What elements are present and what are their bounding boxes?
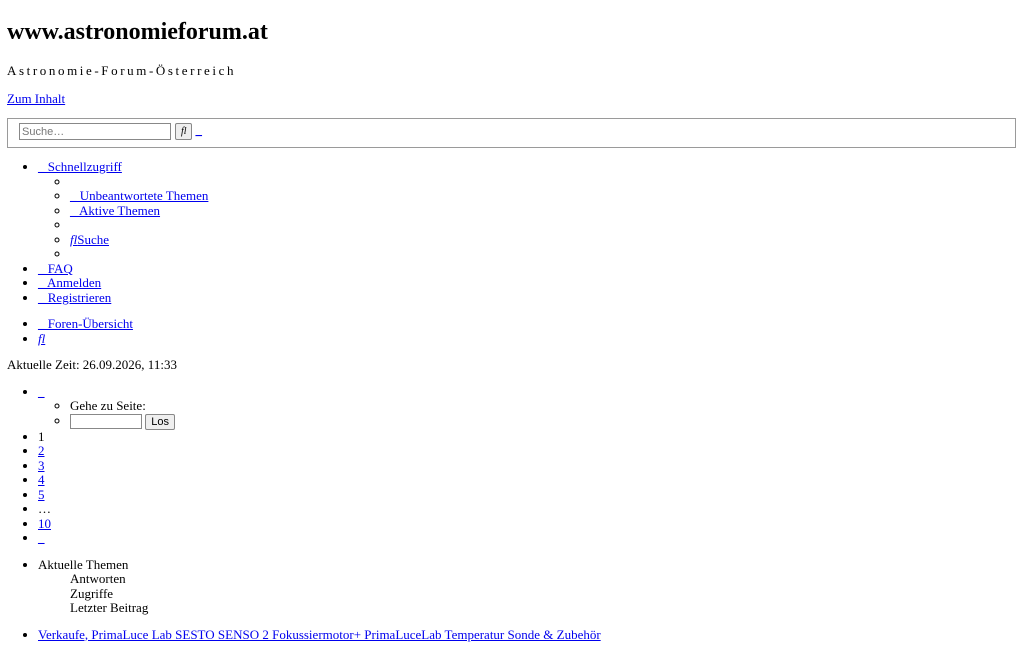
- topiclist-header: Aktuelle Themen Antworten Zugriffe Letzt…: [7, 556, 1016, 616]
- goto-label: Gehe zu Seite:: [70, 398, 1016, 414]
- unanswered-topics-link[interactable]: _ Unbeantwortete Themen: [70, 188, 208, 203]
- quicklinks-menu: _ Unbeantwortete Themen _ Aktive Themen …: [38, 175, 1016, 262]
- advanced-search-link[interactable]: _: [196, 122, 203, 138]
- site-title: www.astronomieforum.at: [7, 19, 268, 45]
- register-link[interactable]: _ Registrieren: [38, 290, 111, 305]
- topic-columns: Antworten Zugriffe Letzter Beitrag: [38, 572, 1016, 616]
- goto-page-button[interactable]: Los: [145, 413, 175, 430]
- search-box: fl _: [7, 118, 1016, 148]
- nav-main: _ Schnellzugriff _ Unbeantwortete Themen…: [7, 159, 1016, 306]
- quicklinks-separator: [70, 218, 1016, 233]
- topics-heading: Aktuelle Themen: [38, 556, 129, 572]
- quicklinks-link[interactable]: _ Schnellzugriff: [38, 159, 122, 174]
- column-replies: Antworten: [70, 571, 126, 587]
- page-current: 1: [38, 429, 1016, 445]
- topiclist-header-row: Aktuelle Themen Antworten Zugriffe Letzt…: [38, 556, 1016, 616]
- pagination-jump: _ Gehe zu Seite: Los: [38, 384, 1016, 430]
- page-link-5[interactable]: 5: [38, 487, 45, 502]
- page-item: _: [38, 530, 1016, 546]
- search-submit-button[interactable]: fl: [175, 123, 193, 140]
- page-ellipsis: …: [38, 502, 1016, 517]
- pagination-toggle[interactable]: _: [38, 384, 45, 399]
- goto-page-input[interactable]: [70, 414, 142, 430]
- pagination: _ Gehe zu Seite: Los 1 2 3 4 5 … 10 _: [7, 384, 1016, 546]
- search-icon: fl: [38, 330, 46, 346]
- page-link-2[interactable]: 2: [38, 443, 45, 458]
- breadcrumb-extra-link[interactable]: fl: [38, 331, 45, 346]
- page-item: 10: [38, 516, 1016, 532]
- next-page-link[interactable]: _: [38, 530, 45, 545]
- goto-row: Los: [70, 413, 1016, 430]
- pagination-jump-menu: Gehe zu Seite: Los: [38, 398, 1016, 430]
- quicklinks-separator: [70, 247, 1016, 262]
- quicklinks-separator: [70, 175, 1016, 190]
- nav-faq: _ FAQ: [38, 261, 1016, 277]
- page-item: 4: [38, 472, 1016, 488]
- quicklinks-item-unanswered: _ Unbeantwortete Themen: [70, 188, 1016, 204]
- quicklinks-search-link[interactable]: flSuche: [70, 232, 109, 247]
- page-item: 2: [38, 443, 1016, 459]
- breadcrumb-item: _ Foren-Übersicht: [38, 316, 1016, 332]
- search-input[interactable]: [19, 123, 171, 140]
- nav-register: _ Registrieren: [38, 290, 1016, 306]
- page-item: 5: [38, 487, 1016, 503]
- column-views: Zugriffe: [70, 585, 114, 601]
- active-topics-link[interactable]: _ Aktive Themen: [70, 203, 160, 218]
- page-link-4[interactable]: 4: [38, 472, 45, 487]
- page-item: 3: [38, 458, 1016, 474]
- forum-index-link[interactable]: _ Foren-Übersicht: [38, 316, 133, 331]
- page-link-3[interactable]: 3: [38, 458, 45, 473]
- skip-to-content-link[interactable]: Zum Inhalt: [7, 91, 65, 106]
- search-link-label: Suche: [77, 231, 110, 247]
- quicklinks-item-active: _ Aktive Themen: [70, 203, 1016, 219]
- login-link[interactable]: _ Anmelden: [38, 275, 101, 290]
- column-last-post: Letzter Beitrag: [70, 600, 149, 616]
- current-time: Aktuelle Zeit: 26.09.2026, 11:33: [7, 357, 177, 372]
- page-link-10[interactable]: 10: [38, 516, 51, 531]
- nav-login: _ Anmelden: [38, 275, 1016, 291]
- nav-quicklinks: _ Schnellzugriff _ Unbeantwortete Themen…: [38, 159, 1016, 262]
- faq-link[interactable]: _ FAQ: [38, 261, 73, 276]
- quicklinks-item-search: flSuche: [70, 232, 1016, 248]
- site-tagline: Astronomie-Forum-Österreich: [7, 63, 237, 78]
- breadcrumb: _ Foren-Übersicht fl: [7, 316, 1016, 347]
- topic-link[interactable]: Verkaufe, PrimaLuce Lab SESTO SENSO 2 Fo…: [38, 627, 601, 642]
- breadcrumb-item: fl: [38, 331, 1016, 347]
